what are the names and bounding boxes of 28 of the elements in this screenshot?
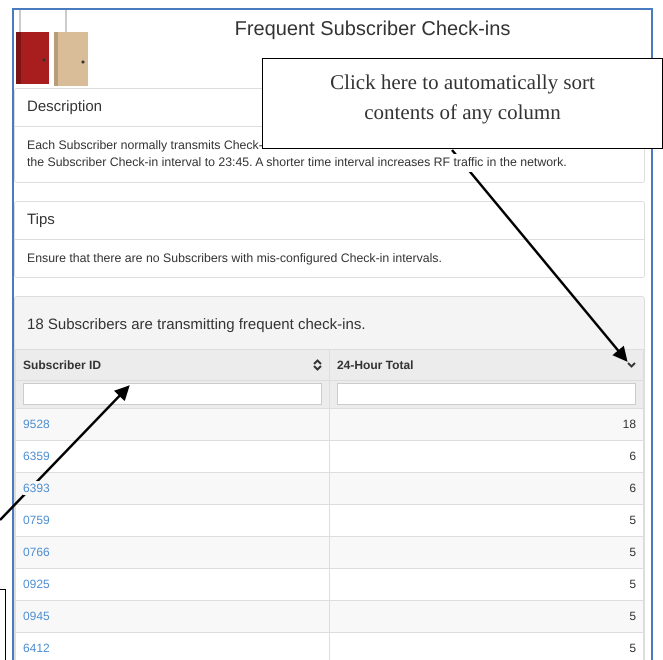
- filter-field[interactable]: [23, 383, 322, 406]
- column-header[interactable]: 24-Hour Total: [337, 356, 414, 374]
- subscriber-link[interactable]: 6393: [23, 481, 50, 496]
- total-value: 5: [629, 513, 636, 528]
- subscriber-link[interactable]: 0766: [23, 545, 50, 560]
- total-value: 18: [622, 417, 636, 432]
- subscriber-link[interactable]: 9528: [23, 417, 50, 432]
- results-heading: 18 Subscribers are transmitting frequent check-ins.: [26, 315, 366, 336]
- subscriber-link[interactable]: 0925: [23, 577, 50, 592]
- subscriber-link[interactable]: 0759: [23, 513, 50, 528]
- total-value: 5: [629, 609, 636, 624]
- tips-text: Ensure that there are no Subscribers with mis-configured Check-in intervals.: [26, 250, 443, 267]
- description-text: the Subscriber Check-in interval to 23:45. A shorter time interval increases RF traffic in the network.: [27, 154, 567, 172]
- total-value: 5: [629, 577, 636, 592]
- filter-field[interactable]: [337, 383, 636, 406]
- page-title: Frequent Subscriber Check-ins: [234, 17, 512, 42]
- subscriber-link[interactable]: 0945: [23, 609, 50, 624]
- callout-box: Click here to automatically sort contents of any column: [262, 58, 663, 149]
- subscriber-link[interactable]: 6412: [23, 641, 50, 656]
- column-header[interactable]: Subscriber ID: [23, 356, 102, 374]
- subscriber-link[interactable]: 6359: [23, 449, 50, 464]
- total-value: 6: [629, 449, 636, 464]
- total-value: 5: [629, 641, 636, 656]
- panel-heading: Tips: [15, 202, 644, 240]
- sort-icon[interactable]: [313, 358, 322, 371]
- total-value: 5: [629, 545, 636, 560]
- callout-box: [0, 589, 6, 660]
- total-value: 6: [629, 481, 636, 496]
